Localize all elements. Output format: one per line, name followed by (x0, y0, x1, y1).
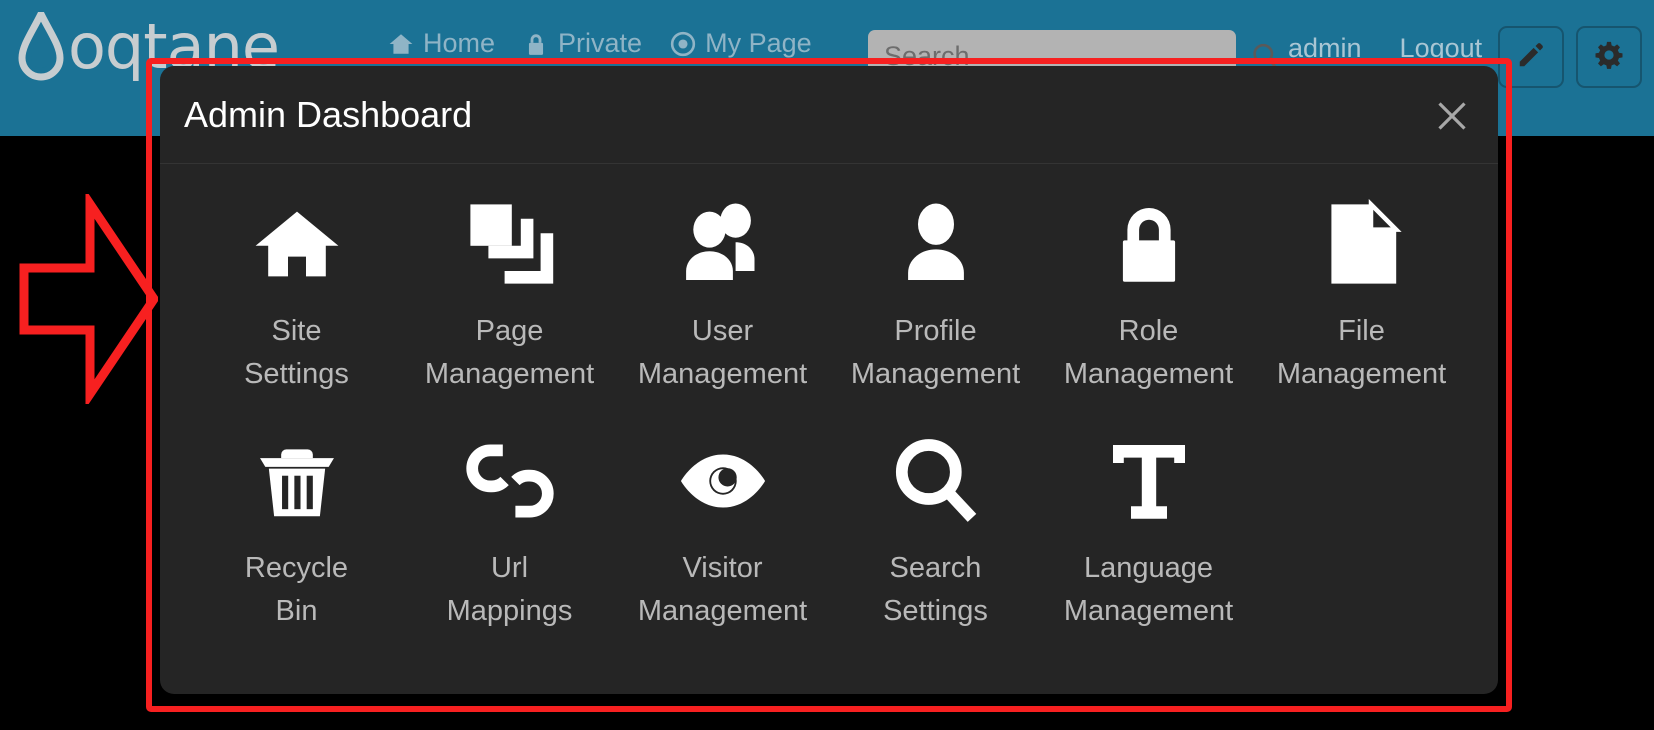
nav-item-my-page[interactable]: My Page (670, 28, 812, 59)
tile-file-management[interactable]: File Management (1255, 192, 1468, 429)
nav-label-private: Private (558, 28, 643, 58)
tile-label-line1: Profile (894, 315, 977, 347)
gear-icon (1594, 40, 1624, 75)
tile-role-management[interactable]: Role Management (1042, 192, 1255, 429)
text-t-icon (1104, 429, 1194, 533)
file-document-icon (1317, 192, 1407, 296)
tile-search-settings[interactable]: Search Settings (829, 429, 1042, 666)
tile-label-line2: Management (1276, 357, 1447, 390)
trash-icon (253, 429, 341, 533)
tile-label-line1: Url (490, 552, 529, 584)
tile-label-line1: File (1338, 315, 1385, 347)
eye-icon (677, 429, 769, 533)
tile-label-line2: Settings (244, 357, 349, 390)
edit-mode-button[interactable] (1498, 26, 1564, 88)
tile-label-line2: Management (1063, 594, 1234, 627)
lock-icon (1104, 192, 1194, 296)
tile-label-line1: Role (1118, 315, 1179, 347)
tile-label-line2: Management (424, 357, 595, 390)
tile-visitor-management[interactable]: Visitor Management (616, 429, 829, 666)
tile-label-line1: Page (475, 315, 544, 347)
tile-label-line2: Management (637, 594, 808, 627)
magnifier-icon (891, 429, 981, 533)
tile-label-line1: Search (889, 552, 982, 584)
user-area: admin Logout (1288, 33, 1482, 64)
main-nav: Home Private My Page (388, 28, 812, 59)
username-link[interactable]: admin (1288, 33, 1362, 64)
tile-recycle-bin[interactable]: Recycle Bin (190, 429, 403, 666)
layers-pages-icon (465, 192, 555, 296)
close-icon[interactable] (1428, 92, 1476, 140)
target-circle-icon (670, 31, 696, 57)
site-settings-button[interactable] (1576, 26, 1642, 88)
tile-user-management[interactable]: User Management (616, 192, 829, 429)
tile-label-line1: Visitor (682, 552, 763, 584)
tile-label-line2: Management (1063, 357, 1234, 390)
modal-header: Admin Dashboard (160, 66, 1498, 164)
pencil-icon (1516, 40, 1546, 75)
home-icon (252, 192, 342, 296)
broken-link-icon (465, 429, 555, 533)
tile-label-line2: Management (637, 357, 808, 390)
page-title: Admin Dashboard (184, 94, 473, 135)
nav-item-private[interactable]: Private (523, 28, 642, 59)
home-icon (388, 31, 414, 57)
users-group-icon (678, 192, 768, 296)
logout-link[interactable]: Logout (1400, 33, 1483, 64)
tile-label-line1: Site (271, 315, 322, 347)
tile-label-line2: Settings (883, 594, 988, 627)
nav-item-home[interactable]: Home (388, 28, 495, 59)
tile-label-line1: Recycle (244, 552, 349, 584)
nav-label-my-page: My Page (705, 28, 812, 58)
tile-label-line1: User (691, 315, 754, 347)
tile-site-settings[interactable]: Site Settings (190, 192, 403, 429)
person-icon (891, 192, 981, 296)
tile-profile-management[interactable]: Profile Management (829, 192, 1042, 429)
screen: oqtane Home Private My Page Search admin… (0, 0, 1654, 730)
tile-language-management[interactable]: Language Management (1042, 429, 1255, 666)
lock-icon (523, 31, 549, 57)
tile-label-line2: Management (850, 357, 1021, 390)
tile-label-line2: Bin (275, 594, 318, 627)
admin-dashboard-modal: Admin Dashboard Site Settings Page Manag… (160, 66, 1498, 694)
tile-url-mappings[interactable]: Url Mappings (403, 429, 616, 666)
tile-label-line2: Mappings (446, 594, 573, 627)
tile-page-management[interactable]: Page Management (403, 192, 616, 429)
water-drop-icon (18, 6, 64, 82)
admin-tile-grid: Site Settings Page Management User Manag… (160, 164, 1498, 666)
tile-grid-empty-cell (1255, 429, 1468, 666)
nav-label-home: Home (423, 28, 496, 58)
tile-label-line1: Language (1083, 552, 1214, 584)
header-actions (1498, 26, 1642, 88)
